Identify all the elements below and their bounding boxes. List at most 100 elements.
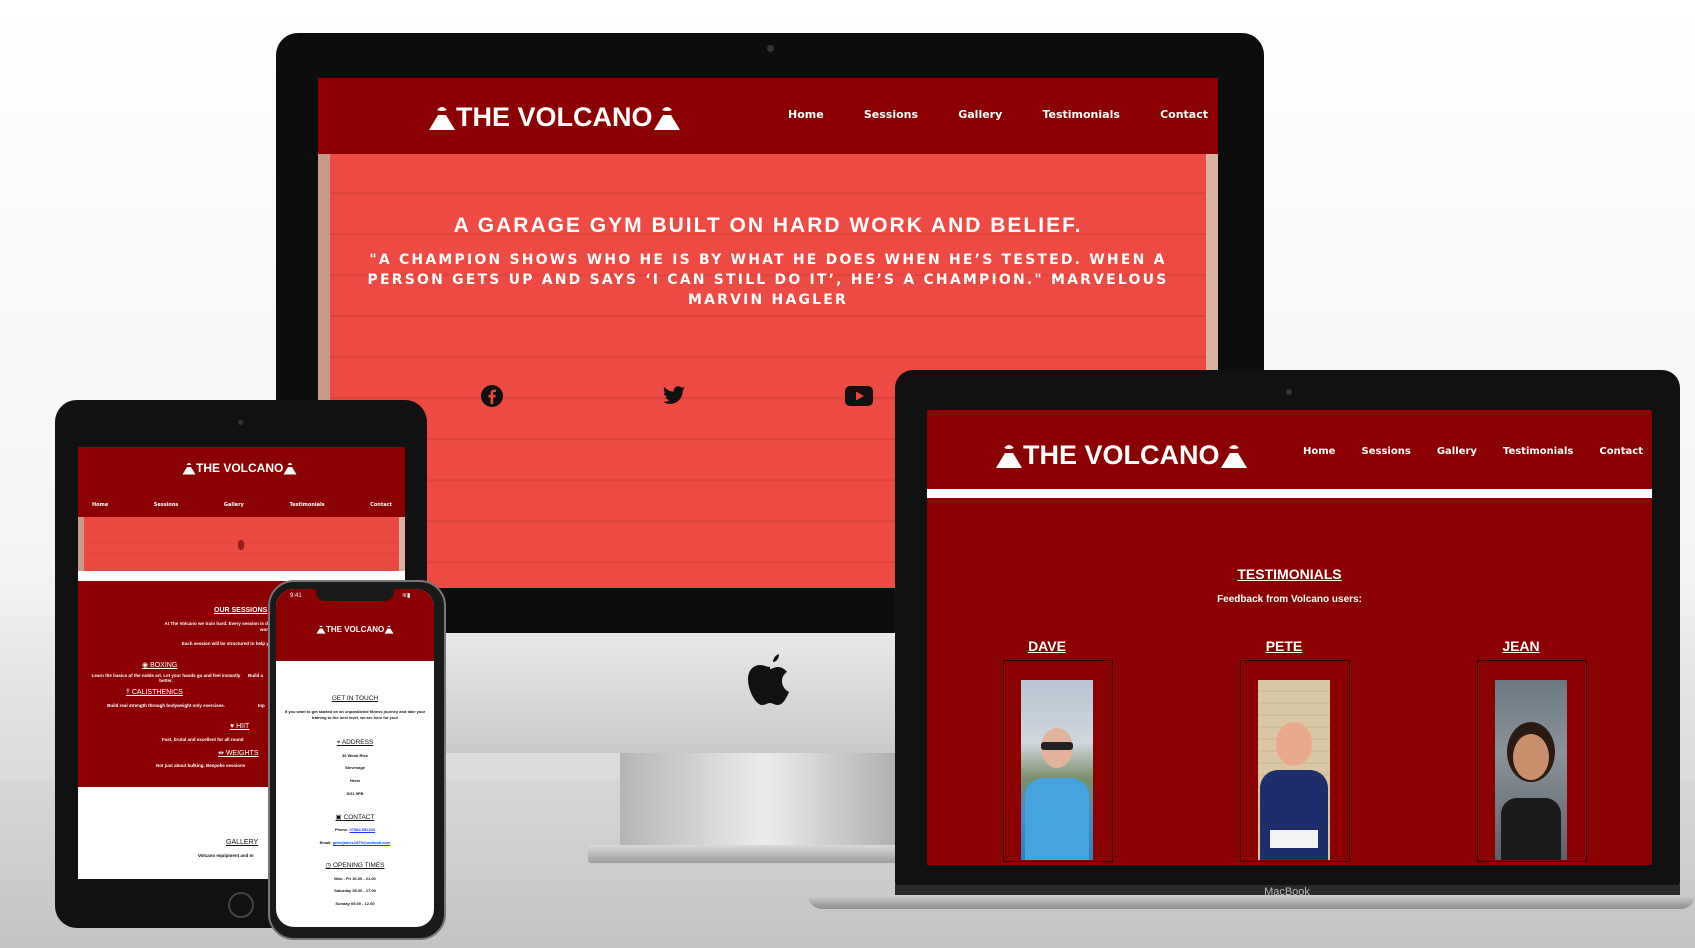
boxing-icon: ◉ (142, 662, 149, 669)
laptop-base (808, 895, 1695, 909)
race-bib (1270, 830, 1318, 848)
phone-notch (316, 589, 394, 601)
phone-link[interactable]: 07584 552233 (350, 827, 376, 832)
calisthenics-title: † CALISTHENICS (126, 689, 183, 696)
nav-gallery[interactable]: Gallery (1437, 446, 1477, 457)
photo-dave (1021, 680, 1093, 860)
address-line: Herts (349, 778, 361, 783)
boxing-label: BOXING (150, 662, 178, 669)
address-label: ADDRESS (341, 739, 374, 746)
get-in-touch-title: GET IN TOUCH (331, 695, 379, 702)
status-time: 9:41 (290, 593, 302, 599)
address-line: 35 Webb Rise (342, 753, 368, 758)
ipad-home-button[interactable] (228, 892, 254, 918)
contact-email: Email: peterjames1975@outlook.com (276, 840, 434, 845)
nav-sessions[interactable]: Sessions (154, 502, 179, 508)
person-name: JEAN (1502, 638, 1540, 654)
hiit-title: ♥ HIIT (230, 723, 249, 730)
calisthenics-text-2: Inp (258, 703, 265, 708)
facebook-icon[interactable] (480, 384, 504, 408)
nav-gallery[interactable]: Gallery (958, 108, 1002, 121)
person-name: PETE (1265, 638, 1303, 654)
face (1513, 734, 1549, 780)
nav-gallery[interactable]: Gallery (224, 502, 244, 508)
hero-title: A GARAGE GYM BUILT ON HARD WORK AND BELI… (453, 214, 1083, 237)
laptop-screen: THE VOLCANO Home Sessions Gallery Testim… (927, 410, 1652, 865)
testimonials-title: TESTIMONIALS (1237, 566, 1342, 582)
opening-label: OPENING TIMES (332, 862, 385, 869)
imac-stand (620, 753, 910, 853)
status-icons: ≋▮ (402, 592, 410, 599)
volcano-icon (429, 106, 455, 130)
volcano-icon (182, 462, 196, 474)
calisthenics-label: CALISTHENICS (131, 689, 183, 696)
twitter-icon[interactable] (662, 386, 686, 406)
dumbbell-icon: ⇹ (218, 750, 224, 757)
imac-logo[interactable]: THE VOLCANO (428, 102, 681, 133)
map-pin-icon: ⌖ (336, 739, 341, 746)
gallery-text: Volcano equipment and m (198, 853, 254, 858)
volcano-icon (653, 106, 680, 130)
imac-foot (588, 845, 948, 863)
nav-sessions[interactable]: Sessions (1362, 446, 1411, 457)
ipad-nav: Home Sessions Gallery Testimonials Conta… (92, 502, 392, 508)
logo-text: THE VOLCANO (196, 461, 284, 475)
gallery-title: GALLERY (226, 839, 259, 846)
hiit-label: HIIT (236, 723, 250, 730)
ipad-hero-handle (238, 540, 244, 550)
phone-logo[interactable]: THE VOLCANO (316, 625, 394, 634)
nav-home[interactable]: Home (788, 108, 824, 121)
logo-text: THE VOLCANO (1023, 440, 1220, 470)
weights-text: Not just about bulking. Bespoke sessions (156, 763, 246, 768)
address-title: ⌖ ADDRESS (276, 739, 434, 747)
nav-home[interactable]: Home (1303, 446, 1335, 457)
youtube-icon[interactable] (845, 386, 873, 406)
nav-testimonials[interactable]: Testimonials (289, 502, 324, 508)
nav-contact[interactable]: Contact (1160, 108, 1208, 121)
top (1501, 798, 1561, 860)
contact-phone: Phone: 07584 552233 (276, 827, 434, 832)
ipad-logo[interactable]: THE VOLCANO (182, 461, 297, 475)
laptop-camera (1286, 389, 1292, 395)
clock-icon: ◷ (325, 862, 332, 869)
weights-label: WEIGHTS (225, 750, 259, 757)
laptop-logo[interactable]: THE VOLCANO (995, 440, 1248, 471)
nav-contact[interactable]: Contact (370, 502, 392, 508)
weights-title: ⇹ WEIGHTS (218, 749, 259, 757)
sunglasses (1041, 742, 1073, 750)
nav-testimonials[interactable]: Testimonials (1503, 446, 1573, 457)
contact-title: ▣ CONTACT (276, 813, 434, 821)
battery-icon: ▮ (407, 593, 411, 599)
boxing-title: ◉ BOXING (142, 661, 177, 669)
volcano-icon (283, 462, 297, 474)
hiit-text: Fast, brutal and excellent for all round (162, 737, 244, 742)
photo-jean (1495, 680, 1567, 860)
phone-label: Phone: (334, 827, 349, 832)
email-link[interactable]: peterjames1975@outlook.com (333, 840, 391, 845)
imac-header: THE VOLCANO Home Sessions Gallery Testim… (318, 78, 1218, 154)
laptop-divider (927, 489, 1652, 498)
nav-testimonials[interactable]: Testimonials (1042, 108, 1119, 121)
sessions-title: OUR SESSIONS (214, 607, 268, 614)
hours-line: Saturday 05.00 - 17.00 (334, 888, 376, 893)
logo-text: THE VOLCANO (456, 102, 653, 132)
volcano-icon (384, 625, 394, 634)
shirt (1025, 778, 1089, 860)
nav-home[interactable]: Home (92, 502, 108, 508)
calisthenics-text: Build real strength through bodyweight o… (107, 703, 225, 708)
apple-logo-icon (748, 654, 789, 705)
email-label: Email: (319, 840, 332, 845)
photo-pete (1258, 680, 1330, 860)
boxing-text-2: Build a (248, 673, 264, 678)
contact-label: CONTACT (343, 814, 375, 821)
get-in-touch-intro: If you want to get started on an unparal… (284, 709, 426, 720)
person-name: DAVE (1028, 638, 1066, 654)
calisthenics-icon: † (126, 689, 130, 696)
opening-times-title: ◷ OPENING TIMES (276, 861, 434, 869)
imac-camera (767, 45, 774, 52)
nav-contact[interactable]: Contact (1599, 446, 1643, 457)
heart-icon: ♥ (230, 723, 235, 730)
volcano-icon (316, 625, 326, 634)
nav-sessions[interactable]: Sessions (864, 108, 918, 121)
ipad-camera (238, 420, 243, 425)
